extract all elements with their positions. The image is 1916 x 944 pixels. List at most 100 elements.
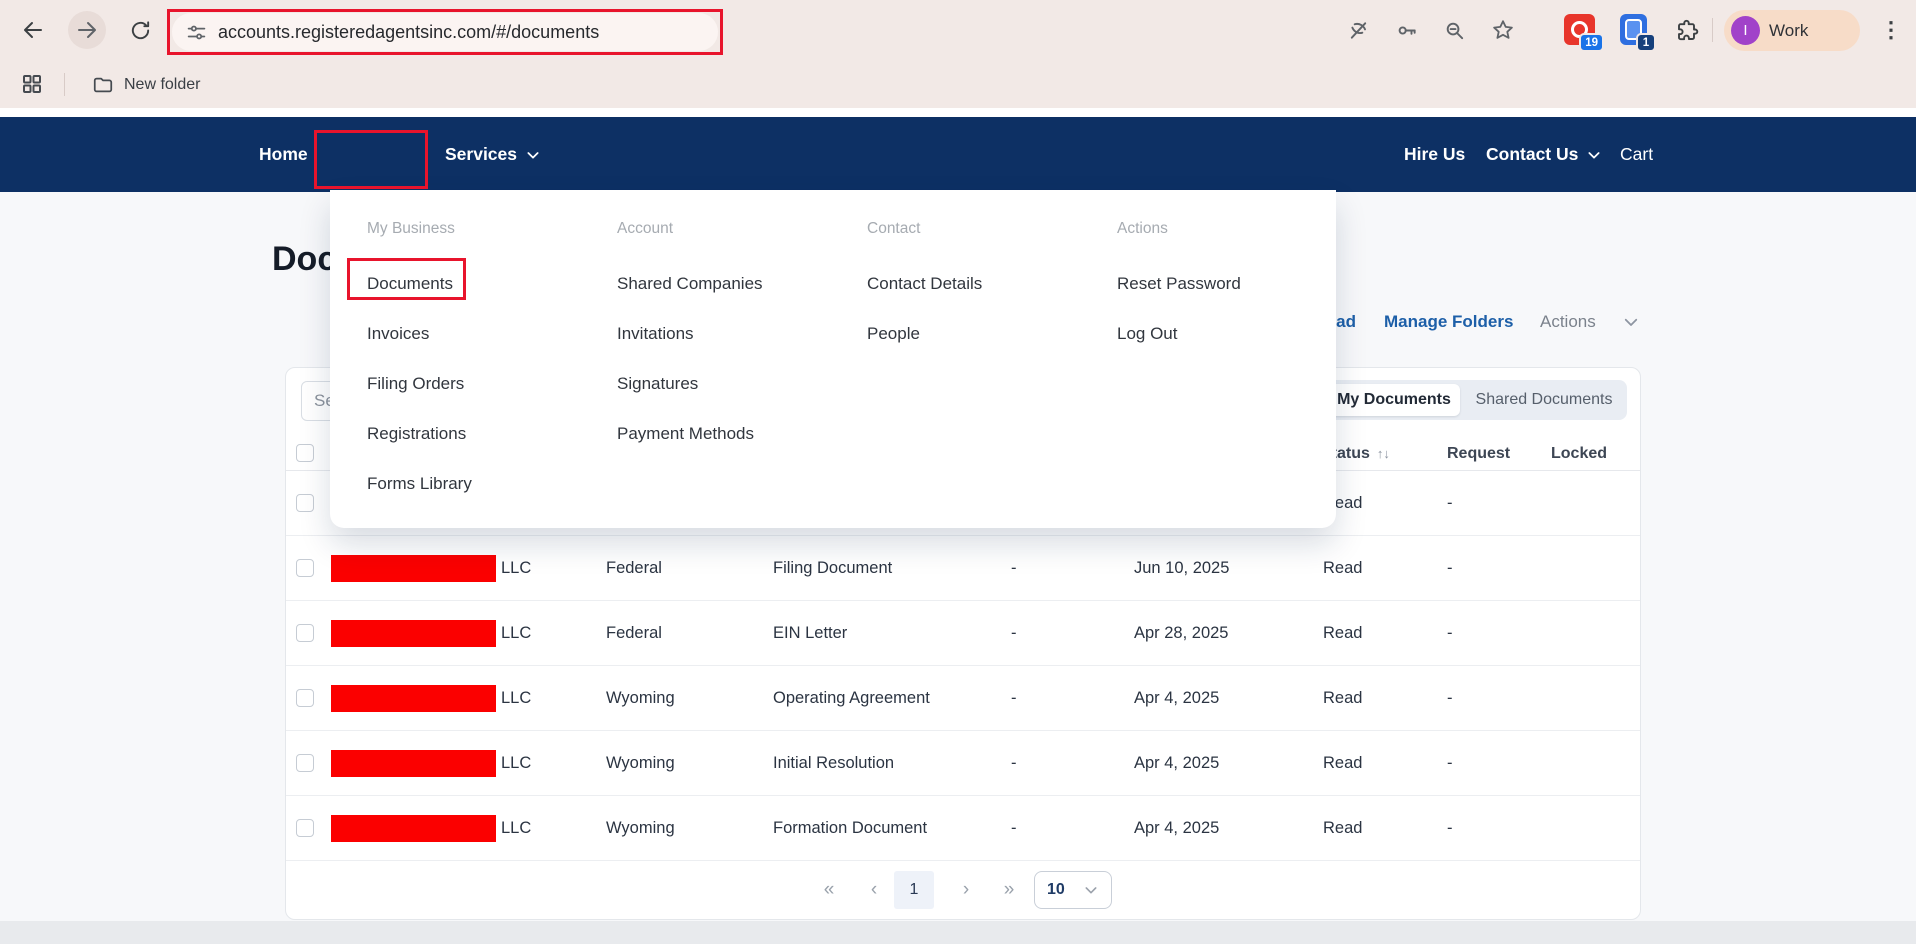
menu-item-registrations[interactable]: Registrations <box>367 422 466 446</box>
cell-company-suffix: LLC <box>501 536 531 601</box>
browser-window: accounts.registeredagentsinc.com/#/docum… <box>0 0 1916 944</box>
reload-icon <box>129 19 152 42</box>
nav-cart[interactable]: Cart <box>1620 117 1653 192</box>
menu-item-signatures[interactable]: Signatures <box>617 372 698 396</box>
bookmarks-bar: New folder <box>0 61 1916 108</box>
menu-item-documents[interactable]: Documents <box>367 272 453 296</box>
nav-home-label: Home <box>259 144 308 165</box>
cell-folder: - <box>1011 601 1017 666</box>
extensions-puzzle-icon[interactable] <box>1668 11 1706 49</box>
url-text[interactable]: accounts.registeredagentsinc.com/#/docum… <box>218 22 599 43</box>
cell-request: - <box>1447 536 1453 601</box>
menu-item-shared-companies[interactable]: Shared Companies <box>617 272 763 296</box>
pagination-current-page[interactable]: 1 <box>894 871 934 909</box>
bookmark-star-icon[interactable] <box>1484 11 1522 49</box>
page-size-value: 10 <box>1047 881 1065 899</box>
pagination-prev[interactable]: ‹ <box>862 871 886 909</box>
chevron-down-icon <box>1622 313 1640 331</box>
bookmark-new-folder[interactable]: New folder <box>84 69 208 100</box>
menu-item-reset-password[interactable]: Reset Password <box>1117 272 1241 296</box>
page-size-select[interactable]: 10 <box>1034 871 1112 909</box>
tab-shared-documents[interactable]: Shared Documents <box>1464 380 1624 420</box>
actions-label: Actions <box>1540 312 1596 332</box>
row-checkbox[interactable] <box>296 494 314 512</box>
extension-icon-card[interactable]: 1 <box>1620 14 1647 45</box>
menu-item-people[interactable]: People <box>867 322 920 346</box>
nav-services-label: Services <box>445 144 517 165</box>
menu-item-payment-methods[interactable]: Payment Methods <box>617 422 754 446</box>
bookmark-label: New folder <box>124 76 200 94</box>
cell-jurisdiction: Federal <box>606 601 662 666</box>
redacted-company-name <box>331 555 496 582</box>
zoom-indicator-icon[interactable] <box>1435 11 1473 49</box>
profile-chip[interactable]: I Work <box>1724 10 1860 51</box>
extension-icon-target[interactable]: 19 <box>1564 14 1595 45</box>
table-row[interactable]: LLC Wyoming Operating Agreement - Apr 4,… <box>286 666 1640 731</box>
cell-status: Read <box>1323 731 1362 796</box>
menu-item-invoices[interactable]: Invoices <box>367 322 429 346</box>
browser-toolbar: accounts.registeredagentsinc.com/#/docum… <box>0 0 1916 61</box>
password-manager-icon[interactable] <box>1387 11 1425 49</box>
browser-forward-button[interactable] <box>68 11 106 49</box>
menu-item-invitations[interactable]: Invitations <box>617 322 694 346</box>
cell-request: - <box>1447 601 1453 666</box>
magnifier-minus-icon <box>1443 19 1466 42</box>
cell-jurisdiction: Federal <box>606 536 662 601</box>
row-checkbox[interactable] <box>296 754 314 772</box>
nav-cart-label: Cart <box>1620 144 1653 165</box>
cell-folder: - <box>1011 666 1017 731</box>
cell-doc-type: EIN Letter <box>773 601 847 666</box>
cell-date: Apr 28, 2025 <box>1134 601 1229 666</box>
cell-status: Read <box>1323 536 1362 601</box>
menu-item-filing-orders[interactable]: Filing Orders <box>367 372 464 396</box>
redacted-company-name <box>331 750 496 777</box>
row-checkbox[interactable] <box>296 689 314 707</box>
cell-doc-type: Initial Resolution <box>773 731 894 796</box>
nav-contact-us[interactable]: Contact Us <box>1486 117 1602 192</box>
star-icon <box>1491 18 1515 42</box>
menu-item-log-out[interactable]: Log Out <box>1117 322 1178 346</box>
cell-date: Apr 4, 2025 <box>1134 796 1219 861</box>
row-checkbox[interactable] <box>296 624 314 642</box>
table-row[interactable]: LLC Federal EIN Letter - Apr 28, 2025 Re… <box>286 601 1640 666</box>
browser-reload-button[interactable] <box>121 11 159 49</box>
menu-item-forms-library[interactable]: Forms Library <box>367 472 472 496</box>
apps-grid-icon[interactable] <box>20 72 44 96</box>
column-header-locked[interactable]: Locked <box>1551 436 1607 471</box>
menu-section-contact: Contact <box>867 220 920 238</box>
column-header-request[interactable]: Request <box>1447 436 1510 471</box>
documents-tabs: My Documents Shared Documents <box>1324 380 1627 420</box>
pagination-next[interactable]: › <box>954 871 978 909</box>
nav-hire-us[interactable]: Hire Us <box>1404 117 1465 192</box>
tab-my-documents[interactable]: My Documents <box>1328 384 1460 416</box>
cell-jurisdiction: Wyoming <box>606 731 675 796</box>
cell-status: Read <box>1323 601 1362 666</box>
cell-doc-type: Formation Document <box>773 796 927 861</box>
menu-item-contact-details[interactable]: Contact Details <box>867 272 982 296</box>
row-checkbox[interactable] <box>296 559 314 577</box>
extension-badge: 19 <box>1579 33 1604 52</box>
browser-menu-kebab-icon[interactable]: ⋮ <box>1872 11 1910 49</box>
header-label: Request <box>1447 445 1510 463</box>
pagination-first[interactable]: « <box>814 871 844 909</box>
cell-request: - <box>1447 796 1453 861</box>
manage-folders-link[interactable]: Manage Folders <box>1384 309 1513 335</box>
pagination-last[interactable]: » <box>992 871 1026 909</box>
table-row[interactable]: LLC Federal Filing Document - Jun 10, 20… <box>286 536 1640 601</box>
cell-jurisdiction: Wyoming <box>606 666 675 731</box>
actions-menu-button[interactable]: Actions <box>1540 309 1640 335</box>
table-row[interactable]: LLC Wyoming Formation Document - Apr 4, … <box>286 796 1640 861</box>
table-row[interactable]: LLC Wyoming Initial Resolution - Apr 4, … <box>286 731 1640 796</box>
tracking-protection-icon[interactable] <box>1339 11 1377 49</box>
row-checkbox[interactable] <box>296 819 314 837</box>
url-bar[interactable]: accounts.registeredagentsinc.com/#/docum… <box>172 13 718 51</box>
bottom-strip <box>0 921 1916 944</box>
nav-home[interactable]: Home <box>259 117 308 192</box>
select-all-checkbox[interactable] <box>296 444 314 462</box>
sort-icon[interactable]: ↑↓ <box>1377 446 1390 461</box>
chevron-down-icon <box>525 147 541 163</box>
browser-back-button[interactable] <box>14 11 52 49</box>
nav-services[interactable]: Services <box>445 117 541 192</box>
back-arrow-icon <box>21 18 45 42</box>
eye-slash-icon <box>1347 19 1370 42</box>
